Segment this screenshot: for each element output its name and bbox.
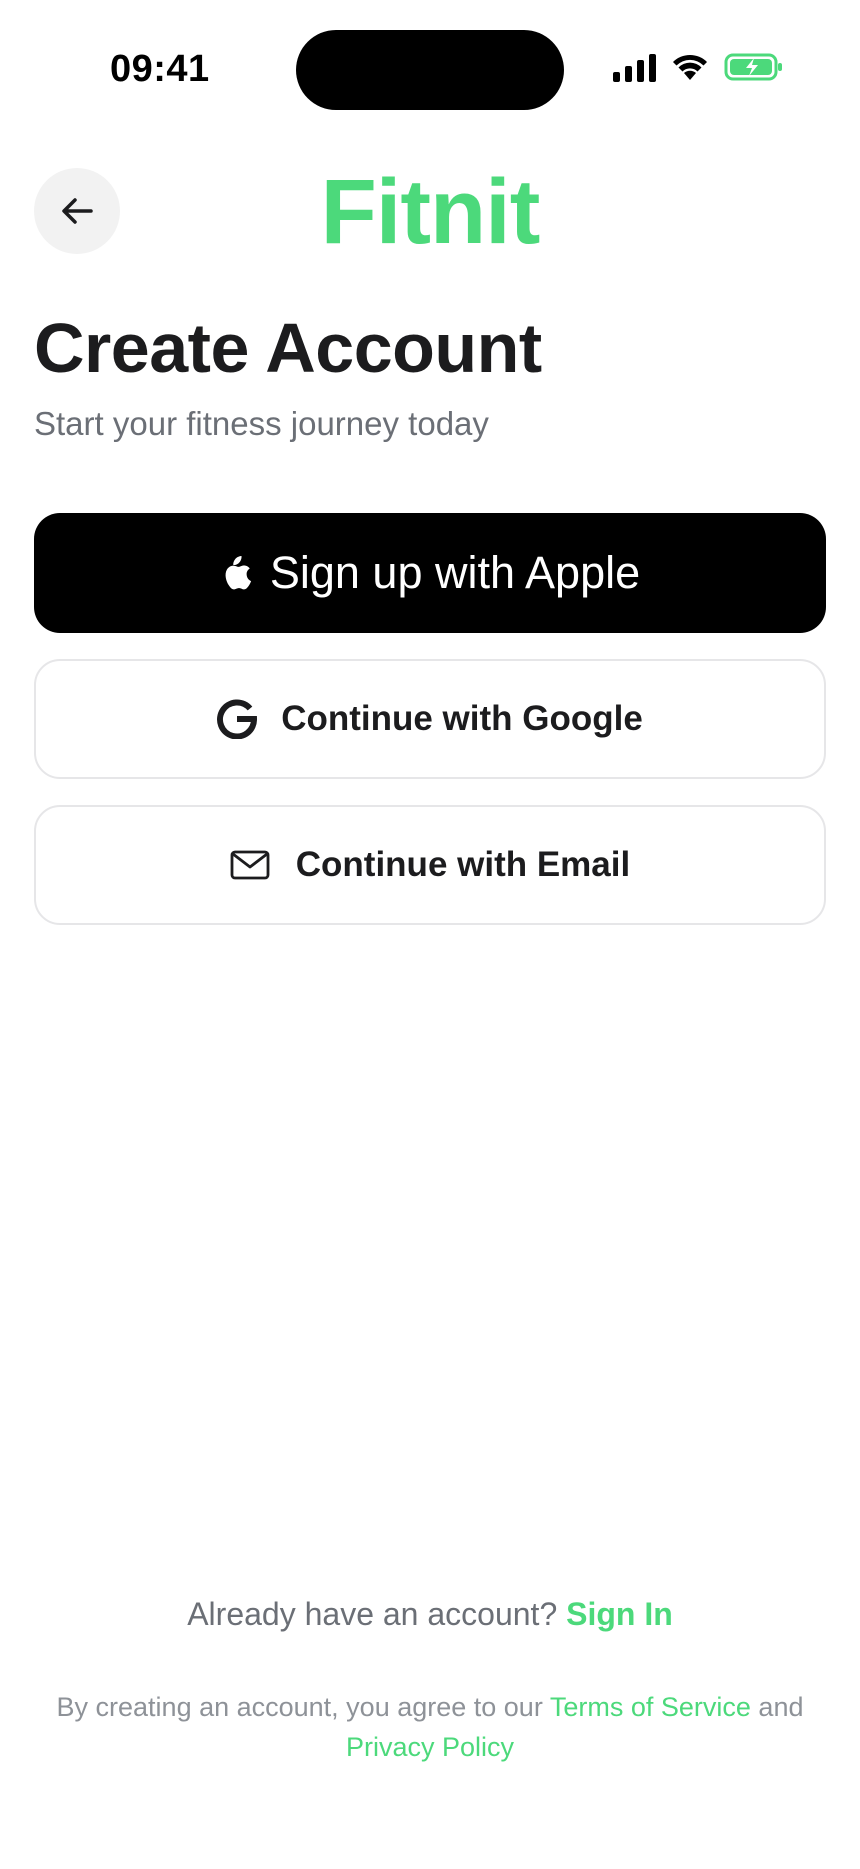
continue-google-label: Continue with Google — [281, 699, 643, 738]
sign-up-apple-button[interactable]: Sign up with Apple — [34, 513, 826, 633]
status-time: 09:41 — [110, 48, 210, 90]
page-subtitle: Start your fitness journey today — [34, 405, 489, 442]
status-icons — [613, 52, 784, 82]
create-account-screen: 09:41 Fitnit Create Account Start your f… — [0, 0, 860, 1869]
apple-icon — [220, 554, 252, 592]
signin-row: Already have an account? Sign In — [0, 1596, 860, 1633]
page-title: Create Account — [34, 309, 542, 387]
sign-up-apple-label: Sign up with Apple — [269, 547, 641, 598]
legal-notice: By creating an account, you agree to our… — [40, 1687, 820, 1767]
legal-prefix: By creating an account, you agree to our — [56, 1692, 543, 1722]
signal-icon — [613, 52, 656, 82]
dynamic-island — [296, 30, 564, 110]
continue-email-label: Continue with Email — [295, 845, 631, 884]
wifi-icon — [673, 54, 707, 80]
battery-charging-icon — [724, 53, 782, 81]
google-icon — [217, 699, 258, 739]
signin-prompt: Already have an account? — [187, 1596, 558, 1632]
legal-and: and — [758, 1692, 804, 1722]
mail-icon — [230, 849, 270, 881]
terms-of-service-link[interactable]: Terms of Service — [550, 1692, 751, 1722]
brand-logo: Fitnit — [320, 161, 541, 263]
continue-email-button[interactable]: Continue with Email — [34, 805, 826, 925]
status-bar: 09:41 — [0, 0, 860, 140]
sign-in-link[interactable]: Sign In — [566, 1596, 673, 1632]
continue-google-button[interactable]: Continue with Google — [34, 659, 826, 779]
privacy-policy-link[interactable]: Privacy Policy — [346, 1732, 514, 1762]
